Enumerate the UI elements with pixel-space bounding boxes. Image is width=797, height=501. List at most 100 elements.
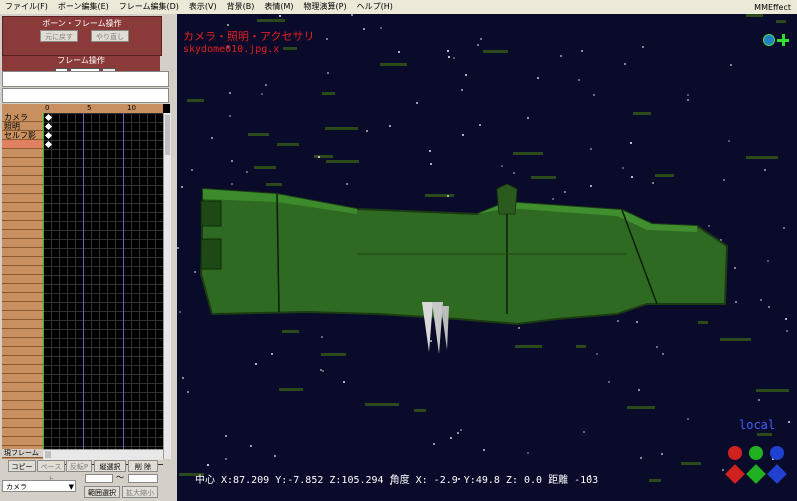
timeline-track-row[interactable]: 照明 — [2, 122, 43, 131]
grid-row-line — [43, 302, 163, 303]
scroll-left-arrow[interactable] — [45, 451, 51, 458]
model-name-box — [2, 88, 169, 103]
timeline-track-row[interactable] — [2, 203, 43, 212]
grid-frame-line — [147, 113, 148, 449]
timeline-track-row[interactable] — [2, 239, 43, 248]
x-rotate-icon[interactable] — [728, 446, 742, 460]
menu-view[interactable]: 表示(V) — [184, 0, 222, 14]
timeline-track-row[interactable] — [2, 320, 43, 329]
redo-button[interactable]: やり直し — [91, 30, 129, 42]
grid-row-line — [43, 257, 163, 258]
timeline-track-row[interactable] — [2, 347, 43, 356]
grid-row-line — [43, 383, 163, 384]
menu-file[interactable]: ファイル(F) — [0, 0, 53, 14]
timeline-track-row[interactable] — [2, 356, 43, 365]
timeline-track-row[interactable] — [2, 212, 43, 221]
copy-button[interactable]: コピー — [8, 460, 36, 472]
ruler-tick-10: 10 — [127, 104, 136, 112]
menu-bar: ファイル(F) ボーン編集(E) フレーム編集(D) 表示(V) 背景(B) 表… — [0, 0, 797, 15]
3d-viewport[interactable]: カメラ・照明・アクセサリ skydome010.jpg.x local 中心 X… — [177, 14, 797, 501]
scroll-thumb[interactable] — [165, 115, 170, 155]
timeline-track-row[interactable] — [2, 167, 43, 176]
grid-row-line — [43, 392, 163, 393]
track-label: カメラ — [4, 113, 28, 122]
timeline-track-row[interactable]: カメラ — [2, 113, 43, 122]
bone-name-box — [2, 71, 169, 87]
timeline-track-row[interactable] — [2, 437, 43, 446]
timeline-track-row[interactable] — [2, 221, 43, 230]
grid-row-line — [43, 347, 163, 348]
menu-bone-edit[interactable]: ボーン編集(E) — [53, 0, 114, 14]
timeline-track-row[interactable] — [2, 302, 43, 311]
timeline-track-row[interactable] — [2, 140, 43, 149]
menu-frame-edit[interactable]: フレーム編集(D) — [114, 0, 184, 14]
range-select-button[interactable]: 範囲選択 — [84, 486, 120, 498]
grid-row-line — [43, 428, 163, 429]
range-end-input[interactable] — [128, 474, 158, 483]
zoom-icon[interactable] — [763, 34, 775, 46]
grid-row-line — [43, 248, 163, 249]
grid-row-line — [43, 401, 163, 402]
timeline-track-row[interactable] — [2, 311, 43, 320]
menu-mmeffect[interactable]: MMEffect — [754, 3, 797, 12]
reverse-paste-button[interactable]: 反転P — [66, 460, 92, 472]
timeline-vertical-scrollbar[interactable] — [163, 113, 171, 459]
timeline-track-row[interactable] — [2, 383, 43, 392]
range-tilde: 〜 — [116, 473, 124, 482]
grid-row-line — [43, 437, 163, 438]
timeline-ruler: 0 5 10 — [43, 104, 163, 113]
timeline-track-row[interactable] — [2, 284, 43, 293]
menu-expression[interactable]: 表情(M) — [259, 0, 298, 14]
left-panel: ボーン・フレーム操作 元に戻す やり直し フレーム操作 0 > カメラ照明セルフ… — [0, 14, 177, 501]
grid-row-line — [43, 320, 163, 321]
grid-row-line — [43, 446, 163, 447]
timeline-track-row[interactable] — [2, 410, 43, 419]
grid-row-line — [43, 113, 163, 114]
y-rotate-icon[interactable] — [749, 446, 763, 460]
grid-frame-line — [43, 113, 44, 449]
delete-button[interactable]: 削 除 — [128, 460, 158, 472]
menu-help[interactable]: ヘルプ(H) — [352, 0, 398, 14]
grid-row-line — [43, 140, 163, 141]
timeline-track-row[interactable] — [2, 248, 43, 257]
timeline-track-row[interactable] — [2, 293, 43, 302]
timeline-track-row[interactable] — [2, 392, 43, 401]
timeline-track-row[interactable] — [2, 329, 43, 338]
timeline-grid[interactable] — [43, 113, 163, 465]
undo-button[interactable]: 元に戻す — [40, 30, 78, 42]
target-select[interactable]: カメラ ▼ — [2, 480, 76, 492]
menu-background[interactable]: 背景(B) — [222, 0, 260, 14]
timeline-track-row[interactable] — [2, 149, 43, 158]
vertical-select-button[interactable]: 縦選択 — [94, 460, 126, 472]
timeline[interactable]: カメラ 照明 セルフ影 0 5 10 現フレーム — [2, 104, 171, 465]
timeline-track-row[interactable] — [2, 194, 43, 203]
timeline-track-row[interactable] — [2, 185, 43, 194]
timeline-track-row[interactable] — [2, 275, 43, 284]
timeline-track-row[interactable] — [2, 401, 43, 410]
timeline-track-row[interactable] — [2, 338, 43, 347]
expand-button[interactable]: 拡大縮小 — [122, 486, 158, 498]
track-label: セルフ影 — [4, 131, 36, 140]
timeline-track-row[interactable] — [2, 428, 43, 437]
timeline-track-row[interactable] — [2, 230, 43, 239]
grid-row-line — [43, 284, 163, 285]
grid-row-line — [43, 176, 163, 177]
timeline-track-row[interactable] — [2, 158, 43, 167]
z-rotate-icon[interactable] — [770, 446, 784, 460]
move-icon[interactable] — [777, 34, 789, 46]
timeline-track-row[interactable] — [2, 419, 43, 428]
menu-physics[interactable]: 物理演算(P) — [299, 0, 352, 14]
timeline-track-row[interactable] — [2, 176, 43, 185]
grid-row-line — [43, 410, 163, 411]
timeline-track-row[interactable] — [2, 266, 43, 275]
timeline-track-row[interactable] — [2, 365, 43, 374]
range-start-input[interactable] — [85, 474, 113, 483]
timeline-horizontal-scrollbar[interactable] — [43, 449, 163, 460]
timeline-track-row[interactable] — [2, 374, 43, 383]
timeline-track-row[interactable] — [2, 257, 43, 266]
grid-frame-line — [115, 113, 116, 449]
timeline-track-row[interactable]: セルフ影 — [2, 131, 43, 140]
coordinate-mode-label[interactable]: local — [739, 418, 775, 432]
paste-button[interactable]: ペースト — [37, 460, 65, 483]
ruler-tick-5: 5 — [87, 104, 92, 112]
